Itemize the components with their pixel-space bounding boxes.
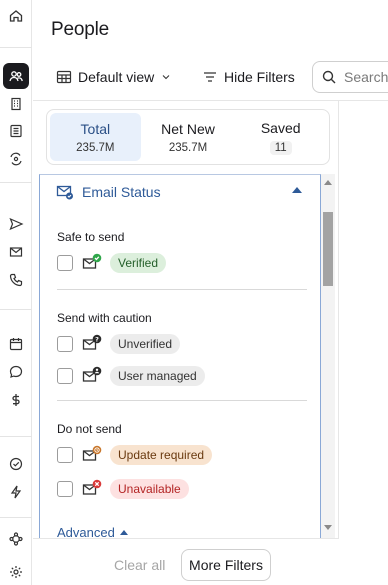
email-status-header[interactable]: Email Status — [56, 183, 161, 201]
group-label-safe: Safe to send — [57, 230, 125, 244]
filter-scrollbar[interactable] — [321, 174, 335, 538]
group-label-do-not-send: Do not send — [57, 422, 122, 436]
search-box[interactable] — [312, 61, 388, 93]
svg-text:?: ? — [95, 335, 99, 343]
verified-chip: Verified — [110, 253, 167, 273]
default-view-label: Default view — [78, 69, 155, 85]
option-verified[interactable]: Verified — [57, 252, 167, 274]
option-unverified[interactable]: ? Unverified — [57, 333, 181, 355]
settings-icon[interactable] — [3, 559, 29, 585]
unavailable-chip: Unavailable — [110, 479, 189, 499]
mail-x-icon — [82, 479, 102, 499]
tab-saved[interactable]: Saved 11 — [235, 113, 326, 161]
tab-count: 235.7M — [76, 141, 115, 154]
table-icon — [56, 70, 72, 84]
page-title: People — [51, 19, 109, 40]
rail-divider — [0, 517, 32, 518]
caret-up-icon — [119, 530, 128, 535]
mail-user-icon — [82, 366, 102, 386]
update-required-checkbox[interactable] — [57, 447, 73, 463]
update-required-chip: Update required — [110, 445, 213, 465]
mail-clock-icon — [82, 445, 102, 465]
building-icon[interactable] — [3, 91, 29, 117]
dollar-icon[interactable] — [3, 387, 29, 413]
hide-filters-label: Hide Filters — [224, 69, 295, 85]
send-icon[interactable] — [3, 211, 29, 237]
scroll-up-arrow-icon[interactable] — [324, 180, 332, 185]
search-icon — [322, 70, 336, 84]
tab-total[interactable]: Total 235.7M — [50, 113, 141, 161]
chat-icon[interactable] — [3, 359, 29, 385]
hide-filters-button[interactable]: Hide Filters — [202, 64, 295, 90]
email-status-title: Email Status — [82, 184, 161, 200]
list-icon[interactable] — [3, 118, 29, 144]
mail-question-icon: ? — [82, 334, 102, 354]
tab-label: Total — [80, 120, 111, 137]
check-circle-icon[interactable] — [3, 451, 29, 477]
chevron-down-icon — [162, 75, 170, 80]
user-managed-chip: User managed — [110, 366, 205, 386]
option-unavailable[interactable]: Unavailable — [57, 478, 189, 500]
mail-verified-icon — [56, 185, 73, 200]
network-icon[interactable] — [3, 526, 29, 552]
rail-divider — [0, 47, 32, 48]
clear-all-button[interactable]: Clear all — [114, 557, 165, 573]
people-icon[interactable] — [3, 63, 29, 89]
bolt-icon[interactable] — [3, 479, 29, 505]
home-icon[interactable] — [3, 3, 29, 29]
email-status-section: Email Status Safe to send Verified Send … — [39, 174, 321, 538]
unavailable-checkbox[interactable] — [57, 481, 73, 497]
advanced-label: Advanced — [57, 525, 115, 538]
unverified-checkbox[interactable] — [57, 336, 73, 352]
phone-icon[interactable] — [3, 267, 29, 293]
scroll-down-arrow-icon[interactable] — [324, 525, 332, 530]
mail-icon[interactable] — [3, 239, 29, 265]
user-managed-checkbox[interactable] — [57, 368, 73, 384]
scroll-thumb[interactable] — [323, 212, 333, 286]
filter-lines-icon — [204, 72, 216, 82]
refresh-eye-icon[interactable] — [3, 146, 29, 172]
advanced-toggle[interactable]: Advanced — [57, 525, 128, 538]
mail-check-icon — [82, 253, 102, 273]
tab-count: 11 — [269, 140, 292, 155]
group-label-caution: Send with caution — [57, 311, 152, 325]
default-view-dropdown[interactable]: Default view — [56, 64, 172, 90]
option-update-required[interactable]: Update required — [57, 444, 213, 466]
unverified-chip: Unverified — [110, 334, 181, 354]
left-nav-rail — [0, 0, 32, 585]
calendar-icon[interactable] — [3, 331, 29, 357]
tab-net-new[interactable]: Net New 235.7M — [143, 113, 234, 161]
group-divider — [57, 289, 307, 290]
tab-count: 235.7M — [168, 141, 208, 154]
rail-divider — [0, 309, 32, 310]
tab-label: Net New — [161, 120, 215, 137]
more-filters-button[interactable]: More Filters — [181, 549, 271, 581]
rail-divider — [0, 436, 32, 437]
verified-checkbox[interactable] — [57, 255, 73, 271]
search-input[interactable] — [344, 69, 388, 85]
group-divider — [57, 400, 307, 401]
option-user-managed[interactable]: User managed — [57, 365, 205, 387]
tab-label: Saved — [260, 119, 301, 136]
rail-divider — [0, 182, 32, 183]
collapse-caret-icon[interactable] — [292, 187, 302, 193]
record-tabs: Total 235.7M Net New 235.7M Saved 11 — [46, 109, 330, 165]
